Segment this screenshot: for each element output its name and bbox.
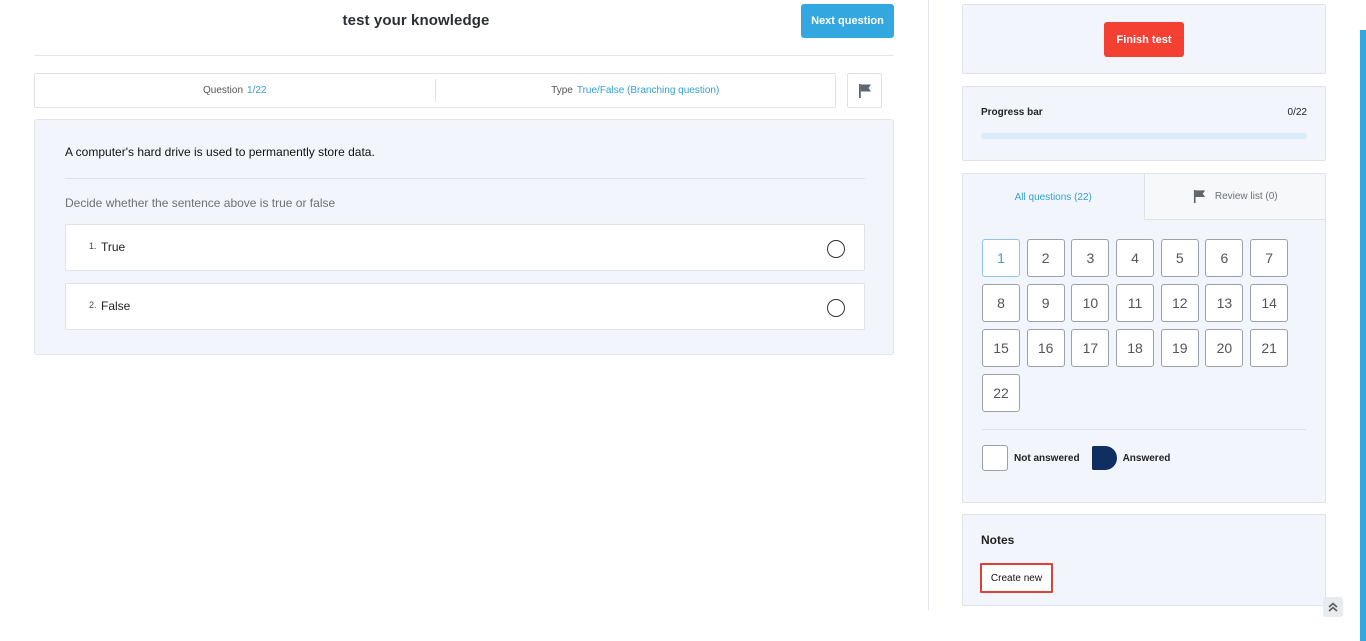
question-number-button[interactable]: 12	[1160, 284, 1199, 322]
column-divider	[928, 0, 929, 610]
question-type-value: True/False (Branching question)	[576, 85, 720, 96]
radio-button[interactable]	[827, 240, 845, 258]
question-counter-value: 1/22	[247, 85, 267, 96]
answered-swatch	[1091, 446, 1117, 470]
tab-all-questions[interactable]: All questions (22)	[963, 174, 1144, 220]
notes-card: Notes Create new	[962, 514, 1326, 606]
progress-bar	[981, 133, 1307, 139]
question-counter: Question 1/22	[35, 74, 435, 107]
question-number-button[interactable]: 8	[982, 284, 1020, 322]
question-tabs: All questions (22) Review list (0)	[963, 174, 1325, 220]
question-number-button[interactable]: 19	[1160, 329, 1199, 367]
tab-review-list[interactable]: Review list (0)	[1143, 174, 1325, 220]
flag-icon	[858, 83, 871, 98]
divider	[65, 178, 865, 179]
question-number-button[interactable]: 20	[1205, 329, 1244, 367]
option-number: 2.	[89, 300, 97, 310]
flag-icon	[1193, 189, 1205, 204]
progress-card: Progress bar 0/22	[962, 86, 1326, 161]
divider	[982, 429, 1306, 430]
flag-question-button[interactable]	[847, 73, 882, 108]
finish-test-button[interactable]: Finish test	[1104, 22, 1184, 57]
question-type: Type True/False (Branching question)	[434, 79, 836, 102]
question-number-button[interactable]: 13	[1205, 284, 1244, 322]
questions-navigator: All questions (22) Review list (0) 12345…	[962, 173, 1326, 503]
double-chevron-up-icon	[1328, 602, 1338, 612]
option-label: True	[101, 240, 126, 254]
question-instruction: Decide whether the sentence above is tru…	[65, 196, 336, 210]
option-number: 1.	[89, 241, 97, 251]
main-panel: test your knowledge Next question Questi…	[34, 0, 894, 641]
notes-title: Notes	[981, 533, 1015, 547]
question-info-bar: Question 1/22 Type True/False (Branching…	[34, 73, 836, 108]
question-card: A computer's hard drive is used to perma…	[34, 119, 894, 355]
answer-option-false[interactable]: 2. False	[65, 283, 865, 330]
tab-review-list-label: Review list (0)	[1214, 191, 1278, 202]
question-number-button[interactable]: 4	[1116, 239, 1155, 277]
create-note-button[interactable]: Create new	[980, 563, 1053, 593]
question-number-button[interactable]: 6	[1205, 239, 1244, 277]
top-bar: test your knowledge Next question	[34, 0, 894, 56]
question-type-label: Type	[551, 85, 573, 96]
progress-count: 0/22	[1287, 107, 1307, 118]
question-number-button[interactable]: 3	[1071, 239, 1110, 277]
legend-answered-label: Answered	[1122, 452, 1171, 464]
finish-card: Finish test	[962, 4, 1326, 74]
option-label: False	[101, 299, 131, 313]
page-title: test your knowledge	[342, 12, 490, 29]
radio-button[interactable]	[827, 299, 845, 317]
not-answered-swatch	[982, 445, 1008, 471]
question-number-button[interactable]: 1	[982, 239, 1020, 277]
scroll-to-top-button[interactable]	[1323, 597, 1343, 617]
question-number-button[interactable]: 15	[982, 329, 1020, 367]
next-question-button[interactable]: Next question	[801, 4, 894, 38]
scrollbar[interactable]	[1360, 30, 1366, 641]
question-number-button[interactable]: 7	[1250, 239, 1289, 277]
question-number-button[interactable]: 11	[1116, 284, 1155, 322]
question-number-button[interactable]: 5	[1160, 239, 1199, 277]
question-number-button[interactable]: 10	[1071, 284, 1110, 322]
question-number-button[interactable]: 2	[1026, 239, 1065, 277]
legend: Not answered Answered	[982, 445, 1182, 471]
question-number-button[interactable]: 22	[982, 374, 1020, 412]
question-counter-label: Question	[203, 85, 244, 96]
question-number-button[interactable]: 21	[1250, 329, 1289, 367]
question-number-button[interactable]: 14	[1250, 284, 1289, 322]
question-number-button[interactable]: 17	[1071, 329, 1110, 367]
question-number-button[interactable]: 9	[1026, 284, 1065, 322]
question-number-grid: 1 2 3 4 5 6 7 8 9 10 11 12 13 14 15 16 17 18 19 20 21 22	[982, 239, 1312, 412]
answer-option-true[interactable]: 1. True	[65, 224, 865, 271]
legend-not-answered-label: Not answered	[1014, 452, 1080, 464]
progress-label: Progress bar	[981, 107, 1043, 118]
question-text: A computer's hard drive is used to perma…	[65, 145, 375, 159]
question-number-button[interactable]: 18	[1116, 329, 1155, 367]
question-number-button[interactable]: 16	[1026, 329, 1065, 367]
